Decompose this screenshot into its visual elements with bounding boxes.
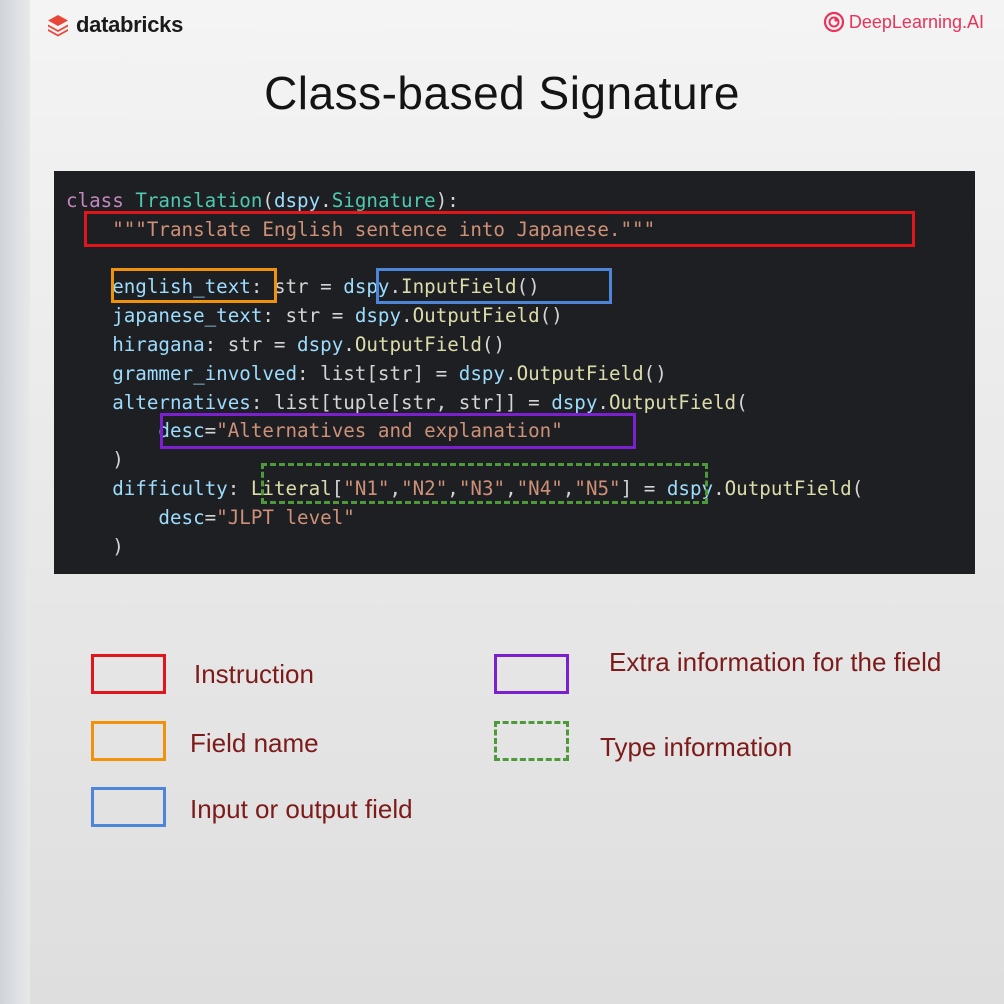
legend-instruction-swatch: [91, 654, 166, 694]
code-token: .: [505, 361, 517, 385]
code-line: japanese_text: str = dspy.OutputField(): [66, 301, 563, 330]
code-token: desc: [66, 505, 205, 529]
legend-extra-info-label: Extra information for the field: [609, 647, 942, 677]
legend-type-info-swatch: [494, 721, 569, 761]
type-info-highlight: [261, 463, 708, 504]
code-token: : list[str] =: [297, 361, 459, 385]
code-token: OutputField: [608, 390, 737, 414]
code-token: dspy: [458, 361, 505, 385]
code-token: class: [66, 189, 136, 212]
code-token: .: [320, 189, 332, 212]
code-token: ): [66, 448, 124, 472]
code-line: ): [66, 532, 124, 561]
code-token: ): [66, 534, 124, 558]
code-token: .: [597, 390, 609, 414]
code-line: hiragana: str = dspy.OutputField(): [66, 330, 505, 359]
databricks-wordmark: databricks: [76, 12, 184, 37]
code-token: .: [343, 333, 355, 356]
code-token: difficulty: [66, 477, 228, 500]
input-field-highlight: [376, 268, 612, 304]
code-token: hiragana: [66, 333, 205, 356]
code-token: (: [736, 390, 748, 414]
code-token: Translation: [135, 189, 263, 212]
code-token: .: [401, 304, 413, 328]
databricks-stack-icon: [48, 15, 68, 37]
code-token: ):: [435, 189, 459, 212]
code-token: japanese_text: [66, 304, 263, 328]
code-token: (): [481, 333, 506, 356]
code-token: OutputField: [724, 477, 852, 500]
code-block: ) desc="JLPT level" difficulty: Literal[…: [54, 171, 975, 574]
code-token: (: [262, 189, 274, 212]
code-token: (): [539, 304, 563, 328]
code-token: OutputField: [516, 361, 644, 385]
code-token: alternatives: [66, 390, 251, 414]
code-token: :: [227, 477, 251, 500]
code-token: dspy: [354, 304, 402, 328]
code-token: "JLPT level": [216, 505, 355, 529]
legend-field-name-label: Field name: [190, 728, 319, 758]
legend-input-output-swatch: [91, 787, 166, 827]
code-token: Signature: [331, 189, 436, 212]
legend-instruction-label: Instruction: [194, 659, 314, 689]
code-token: : str =: [262, 304, 355, 328]
slide-title: Class-based Signature: [264, 67, 740, 119]
deeplearning-ai-wordmark: DeepLearning.AI: [848, 11, 984, 32]
code-token: OutputField: [354, 333, 482, 356]
deeplearning-ai-icon: [823, 11, 844, 33]
code-token: : list[tuple[str, str]] =: [250, 390, 552, 414]
code-token: grammer_involved: [66, 361, 298, 385]
instruction-highlight: [84, 211, 915, 247]
extra-info-highlight: [160, 413, 636, 449]
code-token: dspy: [297, 333, 344, 356]
code-token: OutputField: [412, 304, 540, 328]
code-token: dspy: [273, 189, 321, 212]
legend-input-output-label: Input or output field: [190, 794, 413, 824]
code-line: desc="JLPT level": [66, 503, 355, 532]
code-token: (: [851, 477, 864, 500]
code-line: grammer_involved: list[str] = dspy.Outpu…: [66, 359, 667, 388]
legend-field-name-swatch: [91, 721, 166, 761]
legend-extra-info-swatch: [494, 654, 569, 694]
databricks-logo: databricks: [46, 10, 183, 40]
field-name-highlight: [111, 268, 277, 303]
legend-type-info-label: Type information: [600, 732, 793, 762]
deeplearning-ai-logo: DeepLearning.AI: [823, 8, 984, 36]
code-token: (): [643, 361, 667, 385]
code-token: .: [713, 477, 725, 500]
code-token: : str =: [204, 333, 298, 356]
left-edge-strip: [0, 0, 30, 1004]
code-line: ): [66, 445, 124, 474]
code-token: =: [204, 505, 217, 529]
code-token: dspy: [551, 390, 598, 414]
